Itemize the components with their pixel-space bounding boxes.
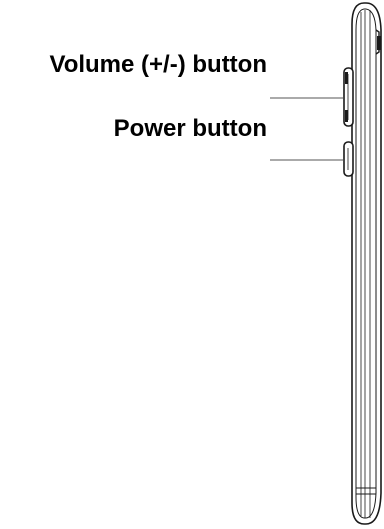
device-side-view-diagram (270, 2, 382, 525)
volume-rocker (343, 67, 354, 127)
power-button-shape (343, 141, 354, 177)
device-body (351, 2, 382, 525)
